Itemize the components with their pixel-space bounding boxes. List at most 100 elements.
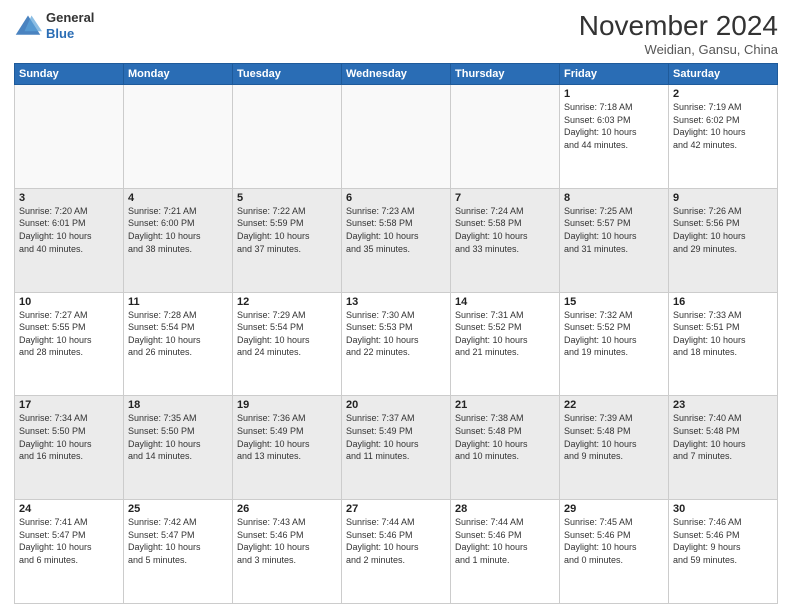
calendar-table: Sunday Monday Tuesday Wednesday Thursday… <box>14 63 778 604</box>
day-info: Sunrise: 7:29 AM Sunset: 5:54 PM Dayligh… <box>237 309 337 359</box>
day-number: 10 <box>19 296 119 308</box>
day-info: Sunrise: 7:25 AM Sunset: 5:57 PM Dayligh… <box>564 205 664 255</box>
day-number: 16 <box>673 296 773 308</box>
table-row: 9Sunrise: 7:26 AM Sunset: 5:56 PM Daylig… <box>669 188 778 292</box>
col-thursday: Thursday <box>451 64 560 85</box>
calendar-body: 1Sunrise: 7:18 AM Sunset: 6:03 PM Daylig… <box>15 85 778 604</box>
day-info: Sunrise: 7:43 AM Sunset: 5:46 PM Dayligh… <box>237 516 337 566</box>
table-row: 22Sunrise: 7:39 AM Sunset: 5:48 PM Dayli… <box>560 396 669 500</box>
day-number: 27 <box>346 503 446 515</box>
day-number: 30 <box>673 503 773 515</box>
table-row: 7Sunrise: 7:24 AM Sunset: 5:58 PM Daylig… <box>451 188 560 292</box>
day-number: 3 <box>19 192 119 204</box>
day-number: 5 <box>237 192 337 204</box>
header: General Blue November 2024 Weidian, Gans… <box>14 10 778 57</box>
table-row: 18Sunrise: 7:35 AM Sunset: 5:50 PM Dayli… <box>124 396 233 500</box>
table-row: 1Sunrise: 7:18 AM Sunset: 6:03 PM Daylig… <box>560 85 669 189</box>
day-info: Sunrise: 7:44 AM Sunset: 5:46 PM Dayligh… <box>346 516 446 566</box>
table-row: 27Sunrise: 7:44 AM Sunset: 5:46 PM Dayli… <box>342 500 451 604</box>
day-info: Sunrise: 7:27 AM Sunset: 5:55 PM Dayligh… <box>19 309 119 359</box>
day-number: 25 <box>128 503 228 515</box>
day-number: 12 <box>237 296 337 308</box>
logo: General Blue <box>14 10 94 41</box>
table-row: 11Sunrise: 7:28 AM Sunset: 5:54 PM Dayli… <box>124 292 233 396</box>
calendar-header: Sunday Monday Tuesday Wednesday Thursday… <box>15 64 778 85</box>
table-row: 20Sunrise: 7:37 AM Sunset: 5:49 PM Dayli… <box>342 396 451 500</box>
table-row: 5Sunrise: 7:22 AM Sunset: 5:59 PM Daylig… <box>233 188 342 292</box>
table-row: 29Sunrise: 7:45 AM Sunset: 5:46 PM Dayli… <box>560 500 669 604</box>
day-number: 26 <box>237 503 337 515</box>
col-saturday: Saturday <box>669 64 778 85</box>
day-number: 24 <box>19 503 119 515</box>
col-wednesday: Wednesday <box>342 64 451 85</box>
table-row: 6Sunrise: 7:23 AM Sunset: 5:58 PM Daylig… <box>342 188 451 292</box>
day-number: 29 <box>564 503 664 515</box>
table-row: 3Sunrise: 7:20 AM Sunset: 6:01 PM Daylig… <box>15 188 124 292</box>
day-number: 9 <box>673 192 773 204</box>
weekday-header-row: Sunday Monday Tuesday Wednesday Thursday… <box>15 64 778 85</box>
day-number: 20 <box>346 399 446 411</box>
logo-text: General Blue <box>46 10 94 41</box>
day-number: 11 <box>128 296 228 308</box>
day-number: 15 <box>564 296 664 308</box>
day-number: 22 <box>564 399 664 411</box>
col-monday: Monday <box>124 64 233 85</box>
day-number: 21 <box>455 399 555 411</box>
day-number: 13 <box>346 296 446 308</box>
table-row: 14Sunrise: 7:31 AM Sunset: 5:52 PM Dayli… <box>451 292 560 396</box>
calendar-week-row: 3Sunrise: 7:20 AM Sunset: 6:01 PM Daylig… <box>15 188 778 292</box>
logo-general: General <box>46 10 94 26</box>
month-title: November 2024 <box>579 10 778 42</box>
table-row: 17Sunrise: 7:34 AM Sunset: 5:50 PM Dayli… <box>15 396 124 500</box>
table-row <box>233 85 342 189</box>
day-info: Sunrise: 7:40 AM Sunset: 5:48 PM Dayligh… <box>673 412 773 462</box>
day-info: Sunrise: 7:28 AM Sunset: 5:54 PM Dayligh… <box>128 309 228 359</box>
table-row: 26Sunrise: 7:43 AM Sunset: 5:46 PM Dayli… <box>233 500 342 604</box>
day-info: Sunrise: 7:46 AM Sunset: 5:46 PM Dayligh… <box>673 516 773 566</box>
day-info: Sunrise: 7:30 AM Sunset: 5:53 PM Dayligh… <box>346 309 446 359</box>
table-row <box>15 85 124 189</box>
table-row: 28Sunrise: 7:44 AM Sunset: 5:46 PM Dayli… <box>451 500 560 604</box>
day-info: Sunrise: 7:22 AM Sunset: 5:59 PM Dayligh… <box>237 205 337 255</box>
table-row: 10Sunrise: 7:27 AM Sunset: 5:55 PM Dayli… <box>15 292 124 396</box>
col-friday: Friday <box>560 64 669 85</box>
day-info: Sunrise: 7:41 AM Sunset: 5:47 PM Dayligh… <box>19 516 119 566</box>
day-number: 1 <box>564 88 664 100</box>
table-row <box>124 85 233 189</box>
table-row: 8Sunrise: 7:25 AM Sunset: 5:57 PM Daylig… <box>560 188 669 292</box>
table-row: 23Sunrise: 7:40 AM Sunset: 5:48 PM Dayli… <box>669 396 778 500</box>
day-number: 8 <box>564 192 664 204</box>
page: General Blue November 2024 Weidian, Gans… <box>0 0 792 612</box>
table-row <box>342 85 451 189</box>
day-number: 18 <box>128 399 228 411</box>
calendar-week-row: 24Sunrise: 7:41 AM Sunset: 5:47 PM Dayli… <box>15 500 778 604</box>
day-info: Sunrise: 7:21 AM Sunset: 6:00 PM Dayligh… <box>128 205 228 255</box>
table-row: 30Sunrise: 7:46 AM Sunset: 5:46 PM Dayli… <box>669 500 778 604</box>
table-row: 16Sunrise: 7:33 AM Sunset: 5:51 PM Dayli… <box>669 292 778 396</box>
calendar-week-row: 1Sunrise: 7:18 AM Sunset: 6:03 PM Daylig… <box>15 85 778 189</box>
day-number: 2 <box>673 88 773 100</box>
day-info: Sunrise: 7:26 AM Sunset: 5:56 PM Dayligh… <box>673 205 773 255</box>
table-row: 4Sunrise: 7:21 AM Sunset: 6:00 PM Daylig… <box>124 188 233 292</box>
day-number: 28 <box>455 503 555 515</box>
day-info: Sunrise: 7:38 AM Sunset: 5:48 PM Dayligh… <box>455 412 555 462</box>
day-info: Sunrise: 7:31 AM Sunset: 5:52 PM Dayligh… <box>455 309 555 359</box>
table-row: 13Sunrise: 7:30 AM Sunset: 5:53 PM Dayli… <box>342 292 451 396</box>
day-number: 6 <box>346 192 446 204</box>
day-info: Sunrise: 7:34 AM Sunset: 5:50 PM Dayligh… <box>19 412 119 462</box>
logo-blue: Blue <box>46 26 94 42</box>
day-number: 7 <box>455 192 555 204</box>
table-row: 21Sunrise: 7:38 AM Sunset: 5:48 PM Dayli… <box>451 396 560 500</box>
day-info: Sunrise: 7:45 AM Sunset: 5:46 PM Dayligh… <box>564 516 664 566</box>
day-info: Sunrise: 7:35 AM Sunset: 5:50 PM Dayligh… <box>128 412 228 462</box>
calendar-week-row: 10Sunrise: 7:27 AM Sunset: 5:55 PM Dayli… <box>15 292 778 396</box>
col-tuesday: Tuesday <box>233 64 342 85</box>
table-row: 25Sunrise: 7:42 AM Sunset: 5:47 PM Dayli… <box>124 500 233 604</box>
table-row: 19Sunrise: 7:36 AM Sunset: 5:49 PM Dayli… <box>233 396 342 500</box>
table-row: 24Sunrise: 7:41 AM Sunset: 5:47 PM Dayli… <box>15 500 124 604</box>
col-sunday: Sunday <box>15 64 124 85</box>
day-info: Sunrise: 7:36 AM Sunset: 5:49 PM Dayligh… <box>237 412 337 462</box>
calendar-week-row: 17Sunrise: 7:34 AM Sunset: 5:50 PM Dayli… <box>15 396 778 500</box>
day-info: Sunrise: 7:32 AM Sunset: 5:52 PM Dayligh… <box>564 309 664 359</box>
day-info: Sunrise: 7:37 AM Sunset: 5:49 PM Dayligh… <box>346 412 446 462</box>
